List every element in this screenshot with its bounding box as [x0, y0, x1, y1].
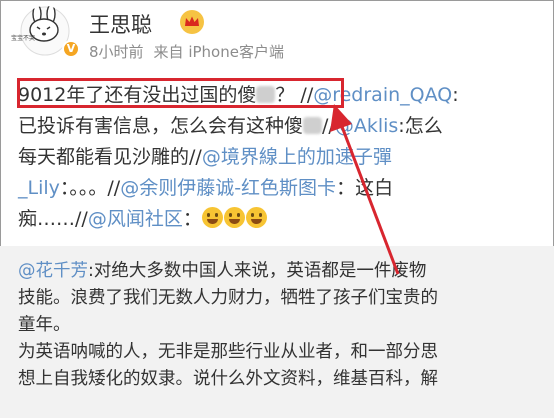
annotation-arrow: [330, 104, 400, 275]
